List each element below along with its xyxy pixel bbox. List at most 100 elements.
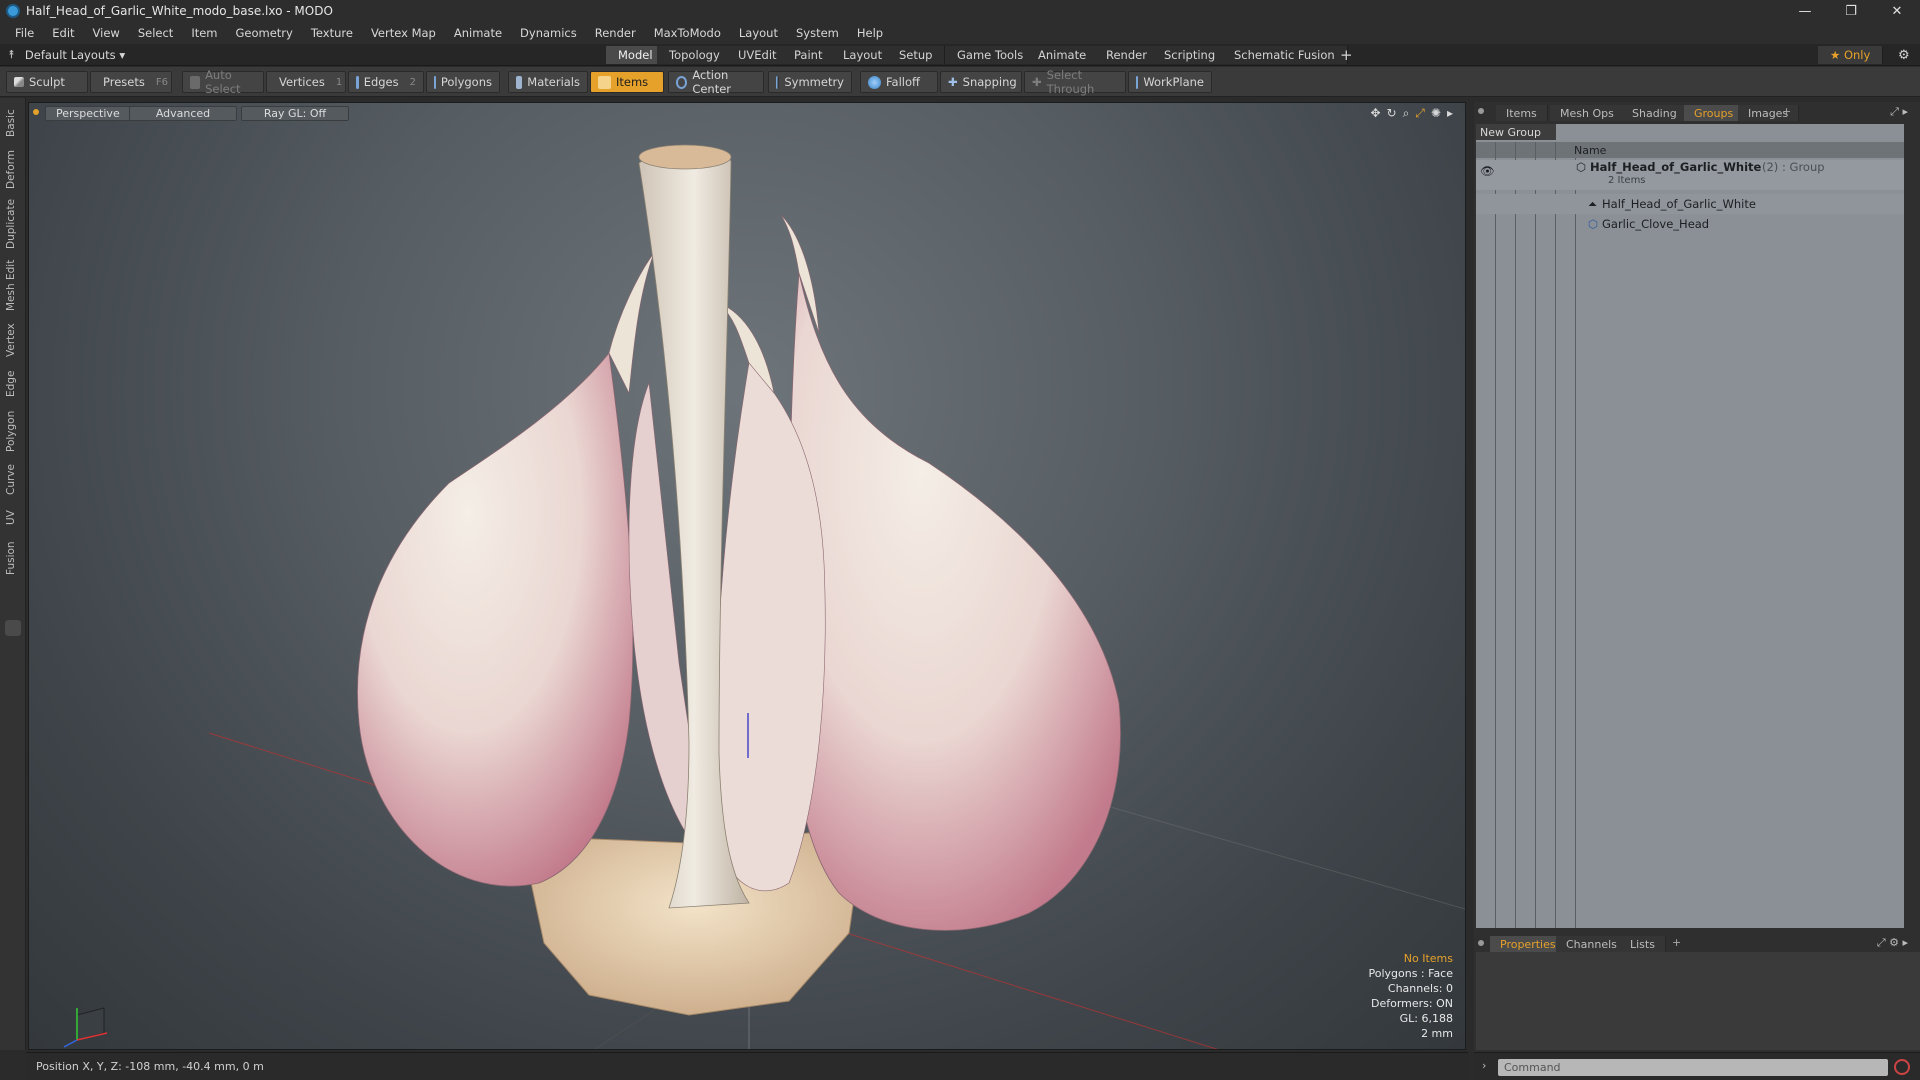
tab-topology[interactable]: Topology (657, 46, 733, 64)
menu-item[interactable]: Item (182, 26, 226, 40)
tab-groups[interactable]: Groups (1684, 105, 1745, 121)
vtab-basic[interactable]: Basic (5, 104, 21, 142)
polygons-button[interactable]: Polygons (426, 71, 500, 93)
menu-help[interactable]: Help (848, 26, 892, 40)
workplane-label: WorkPlane (1143, 75, 1204, 89)
lock-col-icon[interactable] (1516, 142, 1536, 158)
command-history-icon[interactable] (1894, 1059, 1910, 1075)
items-button[interactable]: Items (590, 71, 664, 93)
menu-dynamics[interactable]: Dynamics (511, 26, 586, 40)
position-readout: Position X, Y, Z: -108 mm, -40.4 mm, 0 m (36, 1060, 264, 1073)
action-center-button[interactable]: Action Center (668, 68, 764, 96)
presets-shortcut: F6 (155, 76, 168, 88)
snapping-button[interactable]: ✚ Snapping (940, 71, 1022, 93)
menu-select[interactable]: Select (129, 26, 182, 40)
gear-icon[interactable]: ⚙ (1886, 46, 1920, 64)
tab-paint[interactable]: Paint (782, 46, 836, 64)
vtab-duplicate[interactable]: Duplicate (5, 196, 21, 252)
add-bottom-tab-icon[interactable]: + (1672, 936, 1681, 949)
presets-button[interactable]: Presets F6 (90, 71, 172, 93)
restore-button[interactable]: ❐ (1828, 0, 1874, 22)
tab-scripting[interactable]: Scripting (1152, 46, 1229, 64)
symmetry-button[interactable]: Symmetry (768, 71, 852, 93)
edges-button[interactable]: Edges 2 (348, 71, 424, 93)
materials-button[interactable]: Materials (508, 71, 588, 93)
vtab-curve[interactable]: Curve (5, 460, 21, 500)
menu-view[interactable]: View (84, 26, 129, 40)
menu-vertex-map[interactable]: Vertex Map (362, 26, 445, 40)
gl-count: GL: 6,188 (1399, 1012, 1453, 1025)
tab-game-tools[interactable]: Game Tools (945, 46, 1037, 64)
tab-channels[interactable]: Channels (1556, 936, 1628, 952)
vertices-button[interactable]: Vertices 1 (266, 71, 346, 93)
tab-shading[interactable]: Shading (1622, 105, 1688, 121)
menu-file[interactable]: File (6, 26, 43, 40)
tab-animate[interactable]: Animate (1026, 46, 1100, 64)
vtab-polygon[interactable]: Polygon (5, 406, 21, 456)
channels-status: Channels: 0 (1387, 982, 1453, 995)
auto-select-button[interactable]: Auto Select (182, 68, 264, 96)
only-toggle[interactable]: ★ Only (1818, 46, 1884, 64)
item-name: Half_Head_of_Garlic_White (1602, 197, 1756, 211)
select-col-icon[interactable] (1536, 142, 1556, 158)
column-divider (1536, 158, 1556, 928)
vtab-vertex[interactable]: Vertex (5, 318, 21, 362)
tab-items[interactable]: Items (1496, 105, 1548, 121)
polygons-icon (434, 75, 436, 89)
groups-panel: New Group Name 👁 ⬡ Half_Head_of_Garlic_W… (1476, 124, 1904, 928)
menu-maxtomodo[interactable]: MaxToModo (645, 26, 730, 40)
collapse-arrow-icon[interactable]: ⯭ (8, 47, 15, 62)
layouts-dropdown[interactable]: ⯭ Default Layouts ▾ (8, 47, 125, 62)
group-row[interactable]: 👁 ⬡ Half_Head_of_Garlic_White (2) : Grou… (1476, 160, 1904, 190)
items-icon (598, 75, 611, 89)
menu-animate[interactable]: Animate (445, 26, 511, 40)
tab-setup[interactable]: Setup (887, 46, 946, 64)
3d-viewport[interactable]: Perspective Advanced Ray GL: Off ✥ ↻ ⌕ ⤢… (28, 102, 1466, 1050)
menu-layout[interactable]: Layout (730, 26, 787, 40)
command-input[interactable]: Command (1498, 1059, 1888, 1076)
vtab-edge[interactable]: Edge (5, 366, 21, 402)
tab-render[interactable]: Render (1094, 46, 1160, 64)
group-icon: ⬡ (1576, 160, 1587, 174)
list-item[interactable]: ⬡ Garlic_Clove_Head (1476, 214, 1904, 234)
sculpt-button[interactable]: Sculpt (6, 71, 88, 93)
new-group-button[interactable]: New Group (1476, 124, 1556, 140)
mesh-icon: ⏶ (1588, 196, 1598, 211)
minimize-button[interactable]: — (1782, 0, 1828, 22)
vtab-fusion[interactable]: Fusion (5, 536, 21, 580)
menu-render[interactable]: Render (586, 26, 645, 40)
symmetry-label: Symmetry (784, 75, 844, 89)
vtab-mesh-edit[interactable]: Mesh Edit (5, 256, 21, 314)
menu-system[interactable]: System (787, 26, 848, 40)
render-col-icon[interactable] (1496, 142, 1516, 158)
add-layout-tab-button[interactable]: + (1328, 46, 1365, 64)
menu-bar: File Edit View Select Item Geometry Text… (0, 22, 1920, 44)
select-through-button[interactable]: ✚ Select Through (1024, 68, 1126, 96)
tab-layout[interactable]: Layout (831, 46, 896, 64)
tab-mesh-ops[interactable]: Mesh Ops (1550, 105, 1625, 121)
close-button[interactable]: ✕ (1874, 0, 1920, 22)
workplane-button[interactable]: WorkPlane (1128, 71, 1212, 93)
eye-icon[interactable]: 👁 (1480, 164, 1495, 178)
vtab-uv[interactable]: UV (5, 504, 21, 532)
panel-expand-icon[interactable]: ⤢ ▸ (1890, 105, 1908, 119)
menu-geometry[interactable]: Geometry (227, 26, 302, 40)
list-item[interactable]: ⏶ Half_Head_of_Garlic_White (1476, 194, 1904, 214)
add-tab-icon[interactable]: + (1782, 105, 1791, 118)
palette-toggle-button[interactable] (5, 620, 21, 636)
tab-lists[interactable]: Lists (1620, 936, 1666, 952)
tab-uvedit[interactable]: UVEdit (726, 46, 790, 64)
edges-icon (356, 75, 359, 89)
menu-texture[interactable]: Texture (302, 26, 362, 40)
column-name-header[interactable]: Name (1574, 144, 1606, 157)
workplane-icon (1136, 75, 1139, 89)
items-label: Items (616, 75, 649, 89)
menu-edit[interactable]: Edit (43, 26, 83, 40)
garlic-model-render (63, 144, 1465, 1049)
vertices-shortcut: 1 (335, 76, 343, 88)
layout-bar: ⯭ Default Layouts ▾ Model Topology UVEdi… (0, 44, 1920, 66)
bottom-panel-expand-icon[interactable]: ⤢ ⚙ ▸ (1877, 936, 1908, 950)
visibility-col-icon[interactable] (1476, 142, 1496, 158)
vtab-deform[interactable]: Deform (5, 146, 21, 192)
falloff-button[interactable]: Falloff (860, 71, 938, 93)
